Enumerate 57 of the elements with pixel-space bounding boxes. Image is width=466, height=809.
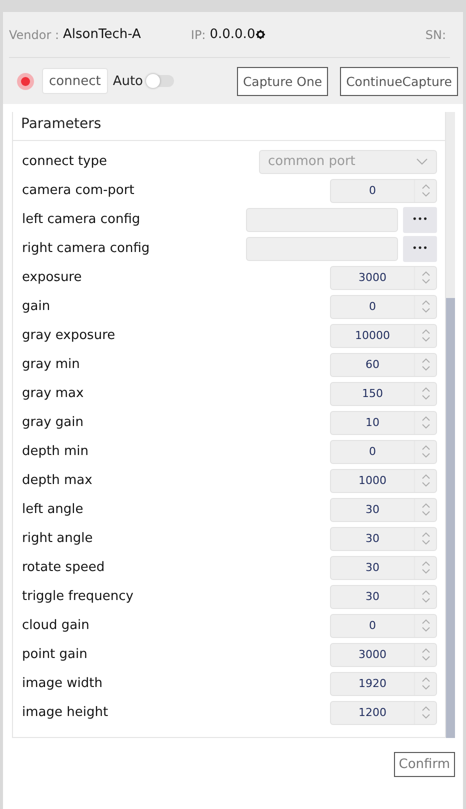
number-field[interactable]: 1200 (330, 700, 437, 724)
number-field[interactable]: 30 (330, 526, 437, 550)
ip-value: 0.0.0.0 (210, 27, 256, 42)
parameter-label: gray exposure (22, 328, 116, 343)
connect-button[interactable]: connect (42, 68, 108, 94)
parameter-label: camera com-port (22, 183, 136, 198)
capture-button[interactable]: ContinueCapture (340, 66, 458, 96)
number-field[interactable]: 30 (330, 584, 437, 608)
parameter-label: left angle (22, 502, 84, 517)
parameter-label: exposure (22, 270, 83, 285)
parameter-label: depth min (22, 444, 90, 459)
parameter-label: connect type (22, 154, 108, 169)
parameter-label: left camera config (22, 212, 142, 227)
parameter-label: image height (22, 705, 110, 720)
confirm-button[interactable]: Confirm (394, 752, 455, 777)
gear-icon[interactable] (256, 30, 266, 39)
scrollbar-thumb[interactable] (446, 298, 455, 738)
parameter-label: image width (22, 676, 104, 691)
parameter-label: depth max (22, 473, 94, 488)
parameter-label: point gain (22, 647, 88, 662)
number-field[interactable]: 30 (330, 556, 437, 580)
number-field[interactable]: 10000 (330, 324, 437, 348)
number-field[interactable]: 0 (330, 294, 437, 318)
sn-label: SN: (425, 28, 446, 42)
ip-label: IP: (190, 28, 206, 42)
dropdown-value: common port (268, 154, 356, 169)
number-field[interactable]: 1000 (330, 468, 437, 492)
path-field[interactable] (246, 208, 398, 232)
chevron-down-icon (416, 158, 428, 165)
parameter-label: cloud gain (22, 618, 90, 633)
parameter-label: right camera config (22, 241, 151, 256)
number-field[interactable]: 0 (330, 614, 437, 638)
vendor-label: Vendor : (9, 28, 60, 42)
vendor-value: AlsonTech-A (63, 27, 141, 42)
parameter-label: gray min (22, 357, 81, 372)
number-field[interactable]: 0 (330, 178, 437, 202)
number-field[interactable]: 30 (330, 498, 437, 522)
parameter-label: triggle frequency (22, 589, 135, 604)
parameter-label: gray gain (22, 415, 84, 430)
parameter-label: gain (22, 299, 52, 314)
number-field[interactable]: 10 (330, 410, 437, 434)
number-field[interactable]: 60 (330, 352, 437, 376)
browse-button[interactable]: ••• (403, 236, 437, 262)
number-field[interactable]: 3000 (330, 266, 437, 290)
parameter-label: rotate speed (22, 560, 106, 575)
browse-button[interactable]: ••• (403, 206, 437, 232)
number-field[interactable]: 150 (330, 382, 437, 406)
number-field[interactable]: 3000 (330, 642, 437, 666)
parameter-label: right angle (22, 531, 94, 546)
number-field[interactable]: 1920 (330, 672, 437, 696)
panel-title: Parameters (13, 112, 445, 141)
auto-toggle[interactable] (146, 75, 174, 87)
capture-button[interactable]: Capture One (236, 66, 328, 96)
parameter-label: gray max (22, 386, 85, 401)
number-field[interactable]: 0 (330, 440, 437, 464)
path-field[interactable] (246, 236, 398, 260)
auto-label: Auto (112, 74, 144, 88)
